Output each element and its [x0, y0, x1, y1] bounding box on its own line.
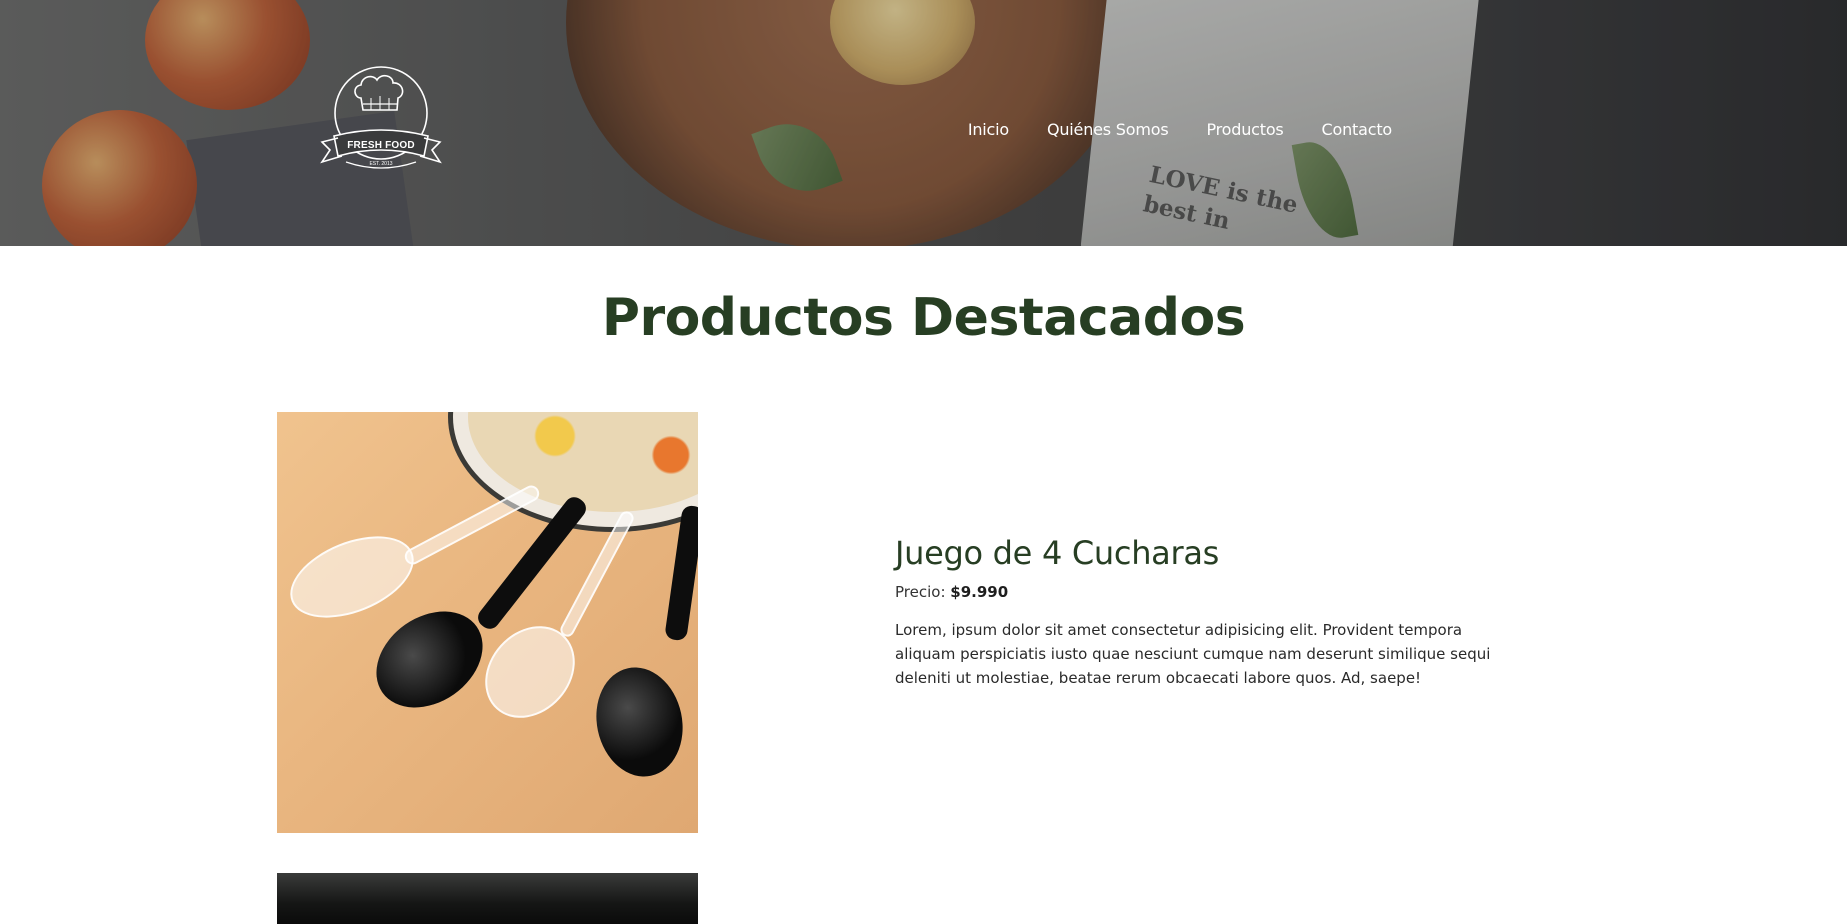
- section-title: Productos Destacados: [601, 288, 1246, 348]
- nav-link-contacto[interactable]: Contacto: [1303, 118, 1393, 141]
- nav-link-inicio[interactable]: Inicio: [949, 118, 1028, 141]
- price-value: $9.990: [950, 583, 1009, 601]
- product-image-spoons[interactable]: [277, 412, 698, 833]
- hero-overlay: [0, 0, 1847, 246]
- product-info: Juego de 4 Cucharas Precio: $9.990 Lorem…: [895, 534, 1515, 690]
- product-image-second[interactable]: [277, 873, 698, 924]
- nav-link-quienes-somos[interactable]: Quiénes Somos: [1028, 118, 1188, 141]
- product-description: Lorem, ipsum dolor sit amet consectetur …: [895, 621, 1491, 687]
- logo-brand-text: FRESH FOOD: [347, 140, 415, 151]
- product-name[interactable]: Juego de 4 Cucharas: [895, 534, 1515, 572]
- fresh-food-logo[interactable]: FRESH FOOD EST. 2013: [316, 58, 446, 186]
- black-spoon-image: [586, 492, 698, 785]
- hero-header: LOVE is the best in FRESH FOOD EST. 2013…: [0, 0, 1847, 246]
- nav-link-productos[interactable]: Productos: [1187, 118, 1302, 141]
- logo-est-text: EST. 2013: [369, 161, 393, 167]
- product-price: Precio: $9.990: [895, 583, 1515, 601]
- price-label: Precio:: [895, 583, 951, 601]
- main-navigation: Inicio Quiénes Somos Productos Contacto: [949, 118, 1392, 141]
